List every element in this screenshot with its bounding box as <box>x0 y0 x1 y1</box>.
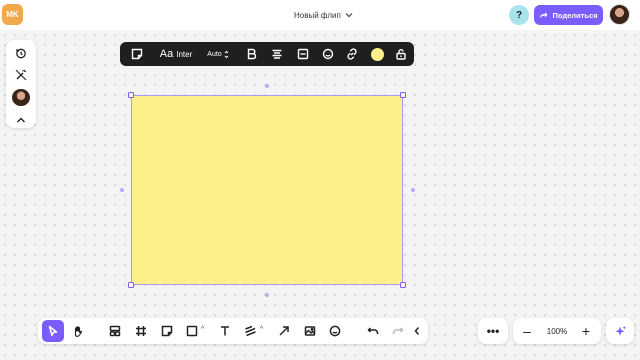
share-arrow-icon <box>540 12 548 18</box>
hand-tool[interactable] <box>67 320 89 342</box>
selection-top-dot[interactable] <box>265 84 269 88</box>
selection-left-dot[interactable] <box>120 188 124 192</box>
emoji-icon[interactable] <box>317 42 339 66</box>
up-down-chevron-icon <box>224 50 229 58</box>
font-name: Inter <box>176 49 193 59</box>
document-title[interactable]: Новый флип <box>294 8 353 22</box>
font-size-value: Auto <box>207 50 222 58</box>
user-initials-badge[interactable]: MK <box>2 4 23 25</box>
collapse-toolbar-icon[interactable] <box>406 320 428 342</box>
layout-tool[interactable] <box>104 320 126 342</box>
more-options-button[interactable]: ••• <box>478 318 508 344</box>
image-tool[interactable] <box>299 320 321 342</box>
zoom-in-button[interactable]: + <box>574 318 598 344</box>
history-icon[interactable] <box>12 45 30 62</box>
pen-options-chevron-icon[interactable]: ^ <box>260 326 263 333</box>
sparkle-icon <box>614 325 626 336</box>
shape-options-chevron-icon[interactable]: ^ <box>201 326 204 333</box>
magic-wand-off-icon[interactable] <box>12 67 30 84</box>
arrow-tool[interactable] <box>273 320 295 342</box>
zoom-level[interactable]: 100% <box>539 318 575 344</box>
sticky-note[interactable] <box>131 95 403 285</box>
share-button[interactable]: Поделиться <box>534 5 603 25</box>
lock-icon[interactable] <box>390 42 412 66</box>
font-size-selector[interactable]: Auto <box>204 42 232 66</box>
bottom-toolbar: ^ ^ <box>38 318 428 344</box>
help-button[interactable]: ? <box>509 5 529 25</box>
sticky-note-icon[interactable] <box>126 42 148 66</box>
zoom-out-button[interactable]: – <box>515 318 539 344</box>
emoji-tool[interactable] <box>324 320 346 342</box>
sticky-note-tool[interactable] <box>156 320 178 342</box>
text-tool[interactable] <box>214 320 236 342</box>
chevron-down-icon <box>345 13 353 18</box>
font-icon: Aa <box>159 48 174 60</box>
selection-right-dot[interactable] <box>411 188 415 192</box>
resize-handle-top-right[interactable] <box>400 92 406 98</box>
selection-bottom-dot[interactable] <box>265 293 269 297</box>
chevron-up-icon[interactable] <box>12 111 30 128</box>
share-button-label: Поделиться <box>552 10 598 20</box>
resize-handle-bottom-right[interactable] <box>400 282 406 288</box>
zoom-controls: – 100% + <box>513 318 601 344</box>
document-title-text: Новый флип <box>294 10 341 20</box>
link-icon[interactable] <box>341 42 363 66</box>
frame-tool[interactable] <box>130 320 152 342</box>
user-avatar[interactable] <box>609 4 630 25</box>
color-swatch-yellow <box>370 47 384 61</box>
undo-icon[interactable] <box>362 320 384 342</box>
ai-sparkle-button[interactable] <box>606 318 634 344</box>
top-bar: MK Новый флип ? Поделиться <box>0 0 640 30</box>
select-tool[interactable] <box>42 320 64 342</box>
resize-handle-top-left[interactable] <box>128 92 134 98</box>
vertical-align-icon[interactable] <box>292 42 314 66</box>
sticky-color-swatch[interactable] <box>366 42 388 66</box>
shape-tool[interactable] <box>181 320 203 342</box>
resize-handle-bottom-left[interactable] <box>128 282 134 288</box>
format-toolbar: Aa Inter Auto <box>120 42 414 66</box>
align-center-icon[interactable] <box>266 42 288 66</box>
pen-tool[interactable] <box>239 320 261 342</box>
left-panel <box>6 40 36 128</box>
avatar[interactable] <box>12 88 30 107</box>
bold-icon[interactable] <box>240 42 262 66</box>
font-selector[interactable]: Aa Inter <box>156 42 196 66</box>
